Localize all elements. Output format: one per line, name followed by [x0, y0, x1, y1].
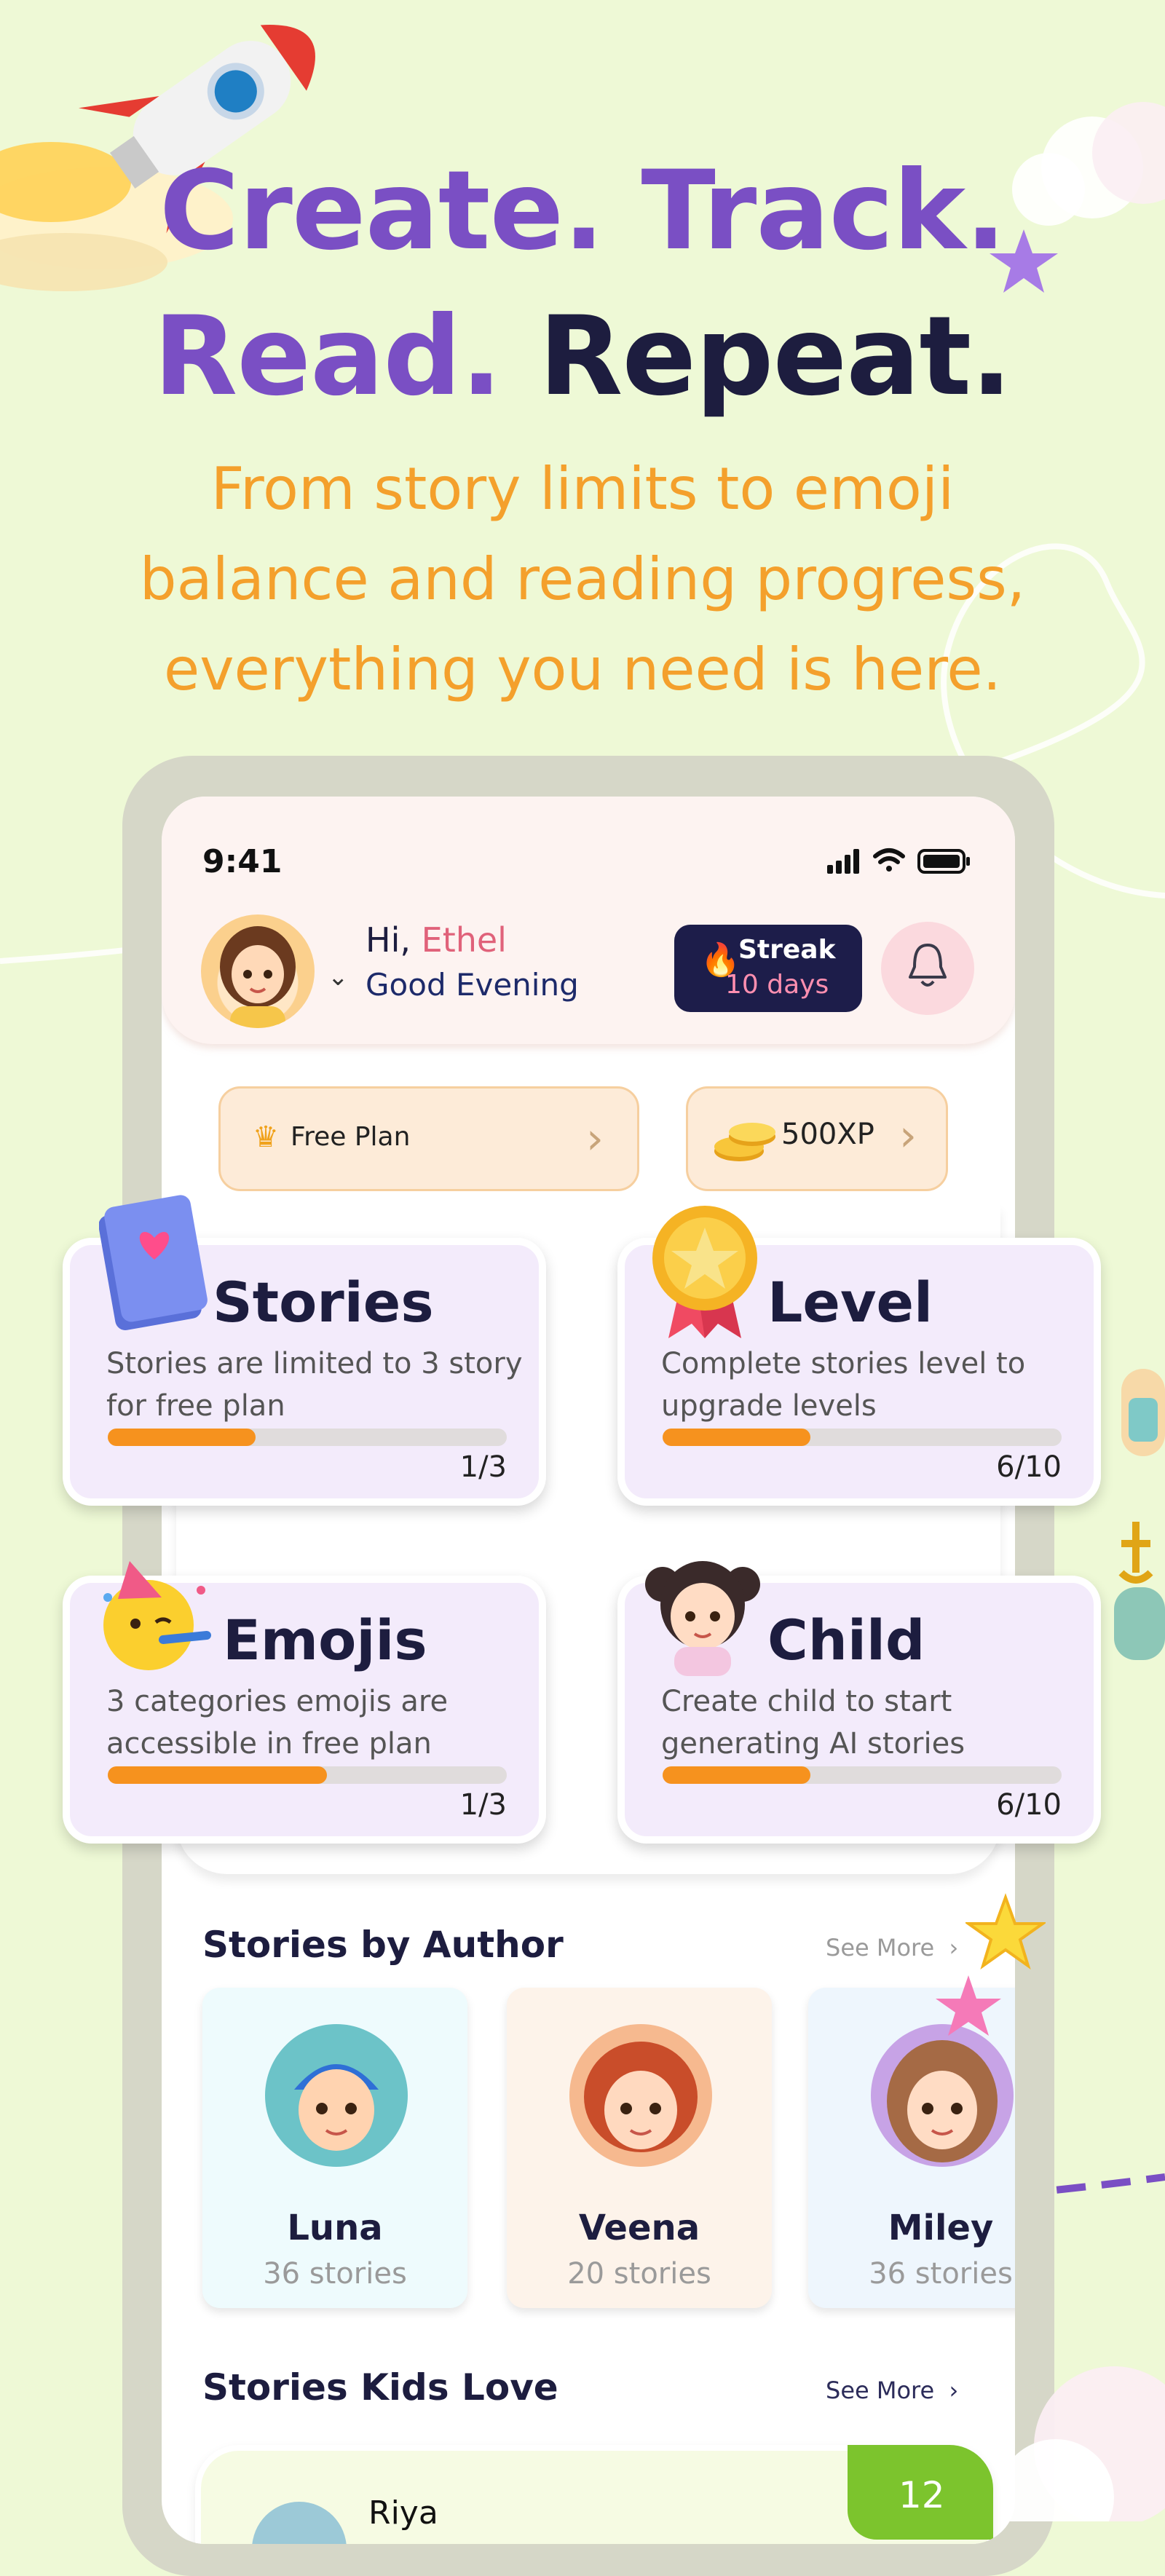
wifi-icon — [873, 848, 905, 872]
see-more-label: See More — [826, 2377, 935, 2404]
card-count: 6/10 — [996, 1788, 1062, 1822]
authors-section-title: Stories by Author — [202, 1924, 564, 1966]
hero-subtitle: From story limits to emoji balance and r… — [102, 444, 1063, 715]
card-count: 6/10 — [996, 1450, 1062, 1484]
card-count: 1/3 — [459, 1450, 507, 1484]
card-description: Complete stories level to upgrade levels — [661, 1347, 1026, 1423]
story-number: 12 — [899, 2474, 945, 2516]
author-card-luna[interactable]: Luna 36 stories — [202, 1988, 467, 2308]
progress-fill — [108, 1429, 256, 1446]
app-header: 9:41 ⌄ Hi, Ethel Good Evening 🔥 Streak 1… — [162, 797, 1015, 1044]
cloud-icon — [1005, 2366, 1165, 2521]
star-medal-icon — [652, 1206, 757, 1338]
chevron-right-icon: › — [941, 2377, 959, 2404]
notification-button[interactable] — [881, 922, 974, 1015]
card-description: Create child to start generating AI stor… — [661, 1685, 965, 1761]
greeting-hi: Hi, — [366, 920, 411, 960]
card-title: Stories — [213, 1270, 434, 1335]
hero-title-line1: Create. Track. — [159, 148, 1006, 274]
author-name: Luna — [287, 2208, 383, 2248]
progress-fill — [663, 1429, 810, 1446]
kids-see-more[interactable]: See More › — [826, 2377, 958, 2404]
coins-icon — [714, 1123, 775, 1161]
hero-title-line2: Read. Repeat. — [0, 295, 1165, 419]
author-story-count: 36 stories — [869, 2257, 1013, 2291]
status-icons — [827, 848, 970, 874]
chevron-right-icon: › — [941, 1934, 959, 1961]
card-emojis[interactable]: Emojis 3 categories emojis are accessibl… — [63, 1561, 546, 1844]
author-avatar — [871, 2024, 1014, 2167]
progress-fill — [663, 1766, 810, 1784]
chevron-right-icon: › — [586, 1113, 604, 1164]
chevron-down-icon[interactable]: ⌄ — [328, 963, 349, 992]
progress-bar — [108, 1766, 507, 1784]
free-plan-button[interactable]: ♛ Free Plan › — [218, 1086, 639, 1191]
greeting-subtitle: Good Evening — [366, 967, 579, 1003]
see-more-label: See More — [826, 1934, 935, 1961]
card-description: 3 categories emojis are accessible in fr… — [106, 1685, 449, 1761]
author-avatar — [265, 2024, 408, 2167]
party-emoji-icon — [103, 1561, 211, 1670]
hero-read: Read. — [153, 293, 502, 420]
greeting: Hi, Ethel — [366, 920, 507, 960]
author-name: Miley — [888, 2208, 994, 2248]
streak-days: 10 days — [725, 970, 829, 1000]
story-number-badge: 12 — [848, 2445, 993, 2540]
card-child[interactable]: Child Create child to start generating A… — [617, 1561, 1101, 1844]
progress-bar — [663, 1766, 1062, 1784]
card-title: Child — [767, 1608, 925, 1672]
author-name: Veena — [578, 2208, 700, 2248]
progress-bar — [108, 1429, 507, 1446]
kids-story-card[interactable]: Riya 12 — [195, 2445, 993, 2544]
signal-icon — [827, 849, 859, 874]
streak-badge[interactable]: 🔥 Streak 10 days — [674, 925, 862, 1012]
card-count: 1/3 — [459, 1788, 507, 1822]
crown-icon: ♛ — [253, 1121, 279, 1154]
ship-icon — [1114, 1369, 1165, 1660]
progress-bar — [663, 1429, 1062, 1446]
status-time: 9:41 — [202, 843, 283, 880]
card-description: Stories are limited to 3 story for free … — [106, 1347, 523, 1423]
streak-label: Streak — [738, 935, 836, 965]
girl-avatar-icon — [645, 1561, 760, 1676]
avatar[interactable] — [201, 914, 315, 1028]
star-icon — [936, 1975, 1001, 2036]
xp-label: 500XP — [781, 1118, 874, 1151]
subtitle-line: everything you need is here. — [163, 636, 1002, 703]
chevron-right-icon: › — [899, 1110, 917, 1161]
author-story-count: 36 stories — [263, 2257, 407, 2291]
star-icon — [965, 1893, 1046, 1970]
bell-icon — [907, 941, 948, 995]
author-story-count: 20 stories — [567, 2257, 711, 2291]
card-title: Level — [767, 1270, 933, 1335]
author-card-veena[interactable]: Veena 20 stories — [507, 1988, 772, 2308]
card-title: Emojis — [223, 1608, 427, 1672]
subtitle-line: From story limits to emoji — [210, 455, 955, 523]
authors-see-more[interactable]: See More › — [826, 1934, 958, 1961]
book-heart-icon — [99, 1195, 208, 1330]
battery-icon — [917, 849, 970, 874]
xp-button[interactable]: 500XP › — [686, 1086, 948, 1191]
story-name: Riya — [368, 2494, 438, 2532]
user-name: Ethel — [421, 920, 507, 960]
story-avatar — [252, 2502, 347, 2544]
progress-fill — [108, 1766, 328, 1784]
card-stories[interactable]: Stories Stories are limited to 3 story f… — [63, 1195, 546, 1506]
kids-section-title: Stories Kids Love — [202, 2366, 558, 2409]
subtitle-line: balance and reading progress, — [139, 545, 1026, 613]
plan-label: Free Plan — [291, 1122, 411, 1152]
hero-repeat: Repeat. — [538, 293, 1012, 420]
card-level[interactable]: Level Complete stories level to upgrade … — [617, 1206, 1101, 1506]
author-avatar — [569, 2024, 712, 2167]
